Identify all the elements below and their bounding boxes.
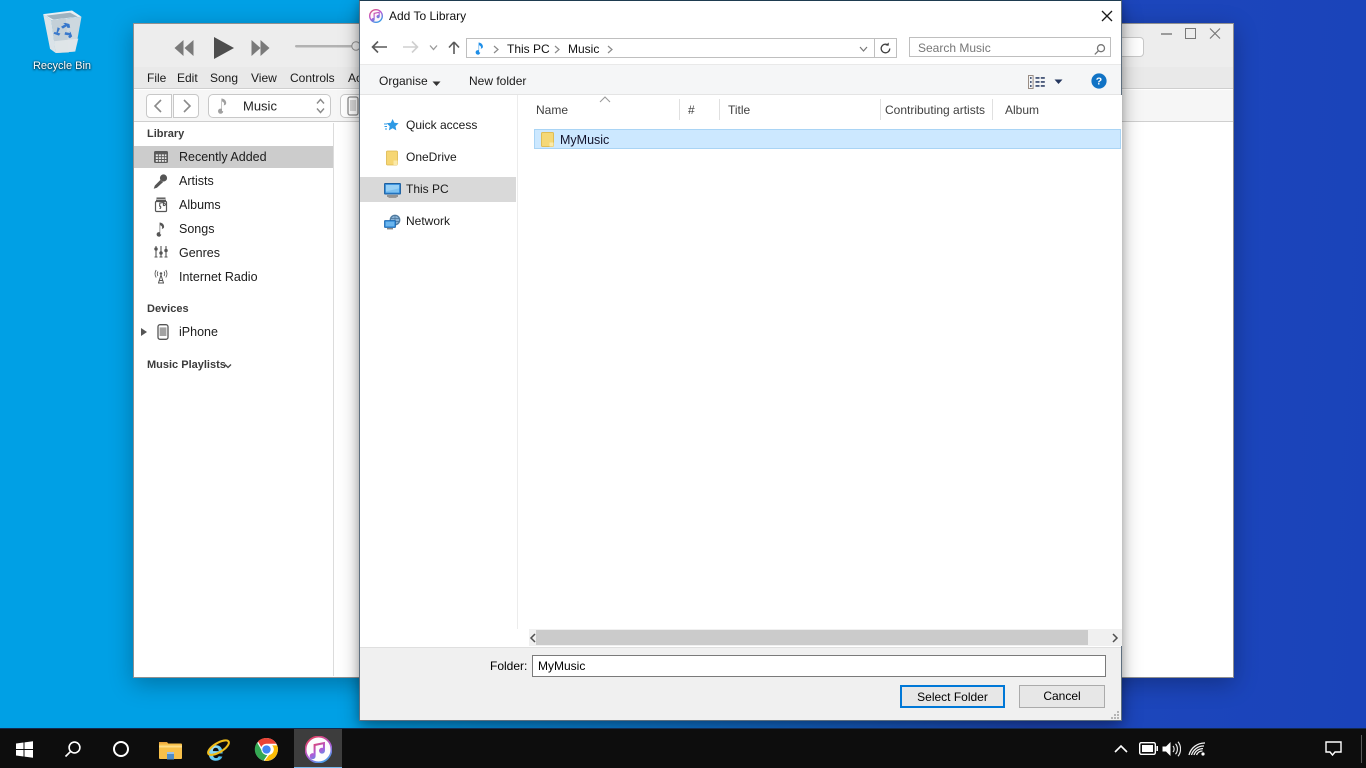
svg-text:Music: Music (243, 99, 277, 114)
svg-text:?: ? (1096, 76, 1102, 88)
